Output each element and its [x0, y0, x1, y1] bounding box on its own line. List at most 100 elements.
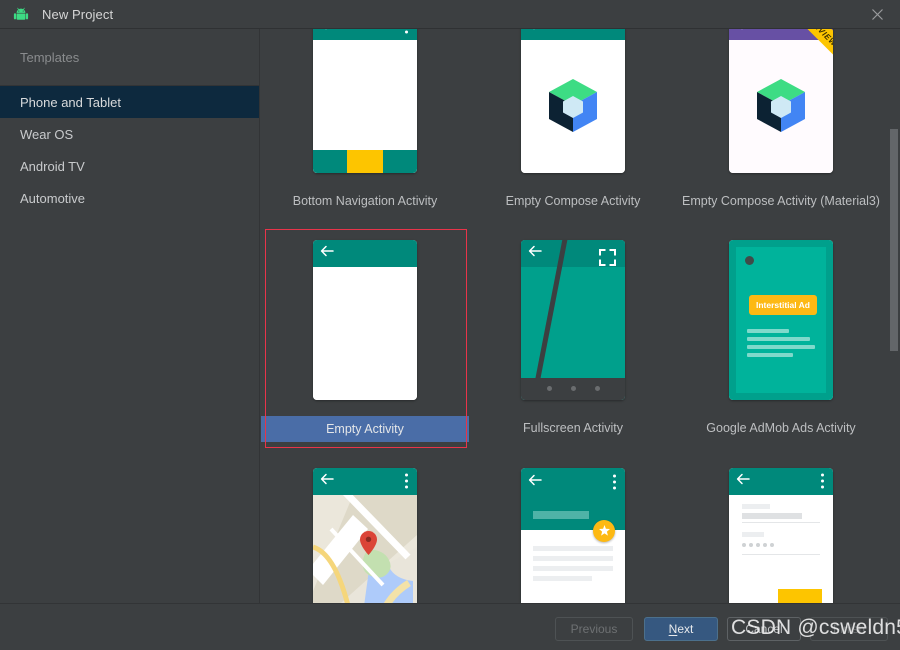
content-area: Interstitial Ad — [729, 239, 833, 400]
app-bar — [313, 29, 417, 40]
placeholder-line — [747, 336, 810, 341]
templates-scrollbar[interactable] — [888, 58, 899, 603]
template-label: Empty Activity — [261, 416, 469, 442]
template-card-login-activity[interactable] — [677, 451, 885, 603]
jetpack-compose-logo-icon — [753, 77, 809, 135]
map-canvas — [313, 494, 417, 603]
template-thumbnail: PREVIEW — [677, 29, 885, 189]
password-label-placeholder — [742, 531, 764, 537]
placeholder-line — [533, 575, 593, 581]
template-card-bottom-navigation-activity[interactable]: Bottom Navigation Activity — [261, 29, 469, 223]
cancel-button[interactable]: Cancel — [727, 617, 801, 641]
back-arrow-icon — [528, 473, 542, 491]
back-arrow-icon — [320, 472, 334, 490]
next-button[interactable]: Next — [644, 617, 718, 641]
template-thumbnail — [469, 223, 677, 416]
template-card-maps-activity[interactable] — [261, 451, 469, 603]
password-dot — [742, 542, 746, 547]
content-area — [313, 266, 417, 400]
template-thumbnail — [261, 223, 469, 416]
app-bar — [313, 467, 417, 495]
bottom-nav-tab — [382, 149, 417, 173]
camera-dot-icon — [745, 255, 754, 265]
previous-button[interactable]: Previous — [555, 617, 633, 641]
password-dot — [770, 542, 774, 547]
sidebar-item-automotive[interactable]: Automotive — [0, 182, 259, 214]
next-button-label: Next — [669, 622, 694, 636]
sidebar-item-wear-os[interactable]: Wear OS — [0, 118, 259, 150]
bottom-dots-bar — [521, 377, 625, 400]
placeholder-lines — [533, 545, 613, 586]
back-arrow-icon — [528, 29, 542, 35]
template-card-basic-activity[interactable] — [469, 451, 677, 603]
bottom-navigation-bar — [313, 149, 417, 173]
finish-button[interactable]: Finish — [810, 617, 888, 641]
window-title: New Project — [42, 6, 114, 22]
phone-preview: PREVIEW — [729, 29, 833, 173]
window-titlebar: New Project — [0, 0, 900, 29]
phone-preview — [521, 29, 625, 173]
overflow-menu-icon — [613, 474, 616, 489]
app-bar — [313, 239, 417, 267]
back-arrow-icon — [320, 244, 334, 262]
template-thumbnail — [469, 451, 677, 603]
new-project-dialog: New Project Templates Phone and Tablet W… — [0, 0, 900, 650]
password-dot — [756, 542, 760, 547]
password-dot — [749, 542, 753, 547]
fullscreen-expand-icon — [599, 248, 616, 271]
username-field-placeholder — [742, 512, 802, 519]
placeholder-line — [747, 344, 815, 349]
app-bar — [521, 29, 625, 40]
templates-sidebar: Templates Phone and Tablet Wear OS Andro… — [0, 29, 260, 603]
ad-surface: Interstitial Ad — [736, 246, 826, 393]
template-card-fullscreen-activity[interactable]: Fullscreen Activity — [469, 223, 677, 451]
next-button-rest: ext — [677, 622, 694, 636]
overflow-menu-icon — [405, 473, 408, 489]
password-underline — [742, 553, 820, 555]
template-label: Bottom Navigation Activity — [292, 194, 438, 208]
placeholder-line — [747, 328, 790, 333]
dot-indicator — [546, 386, 552, 391]
placeholder-line — [533, 565, 613, 571]
dot-indicator — [570, 386, 576, 391]
title-placeholder — [533, 510, 589, 519]
app-bar — [729, 29, 833, 40]
back-arrow-icon — [736, 472, 750, 490]
template-card-google-admob-ads-activity[interactable]: Interstitial Ad Google AdMob Ads Activit… — [677, 223, 885, 451]
username-label-placeholder — [742, 503, 770, 509]
template-label: Fullscreen Activity — [522, 421, 624, 435]
templates-scrollbar-thumb[interactable] — [890, 129, 898, 351]
template-card-empty-compose-activity[interactable]: Empty Compose Activity — [469, 29, 677, 223]
template-thumbnail — [469, 29, 677, 189]
content-area — [521, 39, 625, 173]
template-label: Empty Compose Activity — [505, 194, 641, 208]
bottom-nav-tab-active — [347, 149, 383, 173]
interstitial-ad-badge: Interstitial Ad — [749, 294, 817, 315]
sidebar-item-phone-and-tablet[interactable]: Phone and Tablet — [0, 86, 259, 118]
sign-in-button-placeholder — [778, 588, 822, 603]
close-icon[interactable] — [854, 0, 900, 29]
bottom-nav-tab — [313, 149, 348, 173]
template-card-empty-compose-activity-material3[interactable]: PREVIEW Empty Compose Activity (Material… — [677, 29, 885, 223]
phone-preview — [313, 29, 417, 173]
sidebar-item-label: Android TV — [20, 158, 85, 174]
username-underline — [742, 521, 820, 523]
template-card-empty-activity[interactable]: Empty Activity — [261, 223, 469, 451]
sidebar-item-label: Automotive — [20, 190, 86, 206]
template-thumbnail — [261, 451, 469, 603]
templates-grid: Bottom Navigation Activity Empty Compose… — [261, 29, 885, 603]
content-area — [729, 39, 833, 173]
password-dot — [763, 542, 767, 547]
placeholder-line — [533, 545, 613, 551]
sidebar-item-android-tv[interactable]: Android TV — [0, 150, 259, 182]
back-arrow-icon — [736, 29, 750, 35]
templates-scroll-viewport[interactable]: Bottom Navigation Activity Empty Compose… — [261, 29, 900, 603]
phone-preview — [521, 467, 625, 603]
sidebar-item-label: Wear OS — [20, 126, 74, 142]
placeholder-line — [747, 352, 794, 357]
back-arrow-icon — [528, 244, 542, 262]
cancel-button-label: Cancel — [745, 622, 783, 636]
overflow-menu-icon — [821, 473, 824, 489]
phone-preview: Interstitial Ad — [729, 239, 833, 400]
phone-preview — [313, 467, 417, 603]
